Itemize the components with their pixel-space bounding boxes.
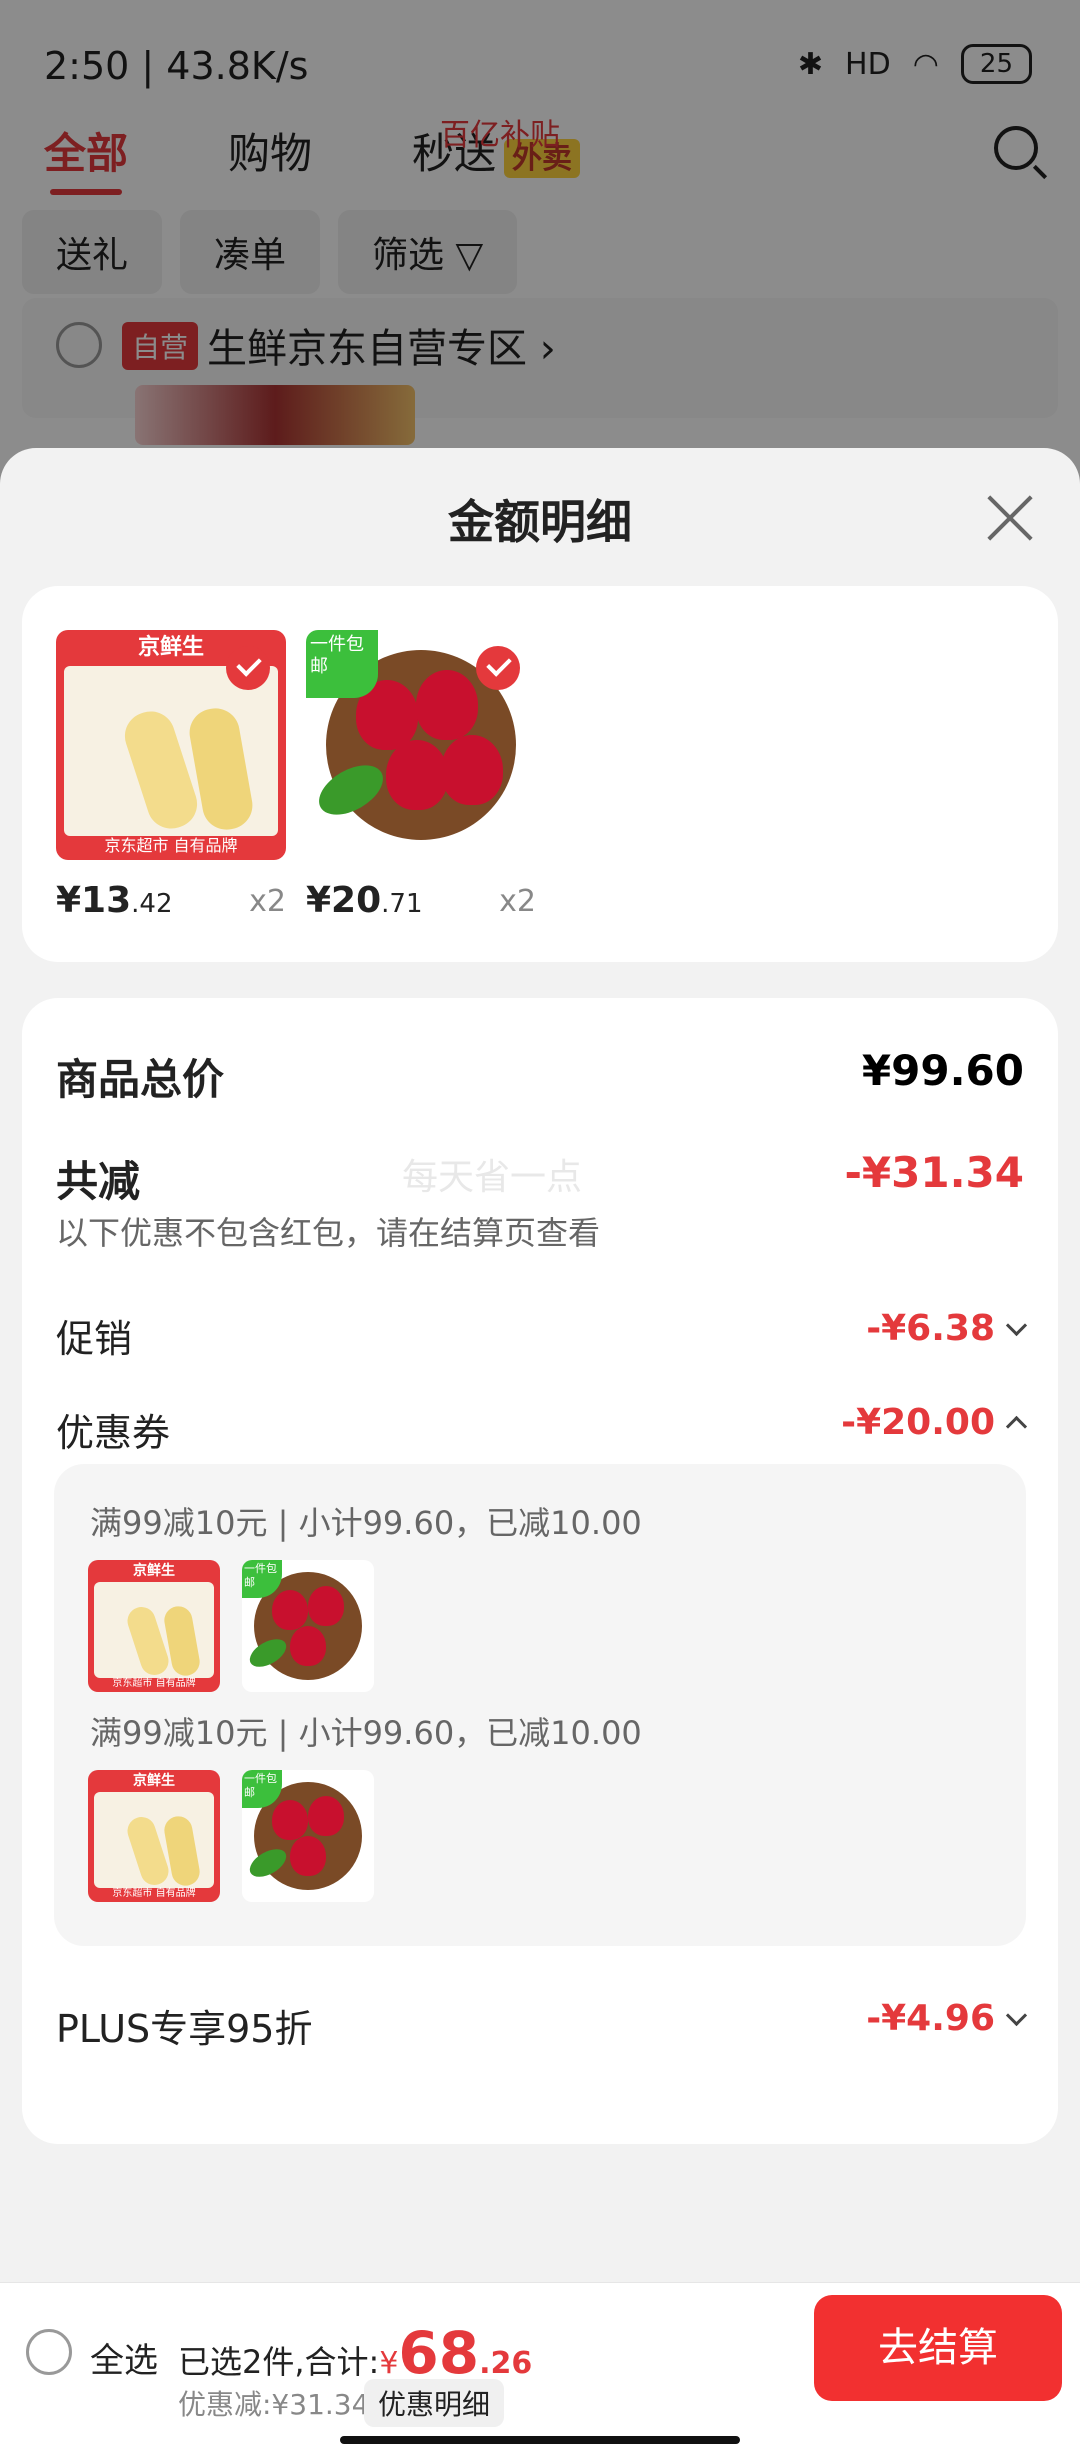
fruit-shape xyxy=(441,735,503,805)
promotion-label: 促销 xyxy=(56,1317,133,1361)
coupon-product-image-corn: 京鲜生 京东超市 自有品牌 xyxy=(88,1770,220,1902)
product-foot-text: 京东超市 自有品牌 xyxy=(112,1888,196,1899)
home-indicator xyxy=(340,2436,740,2444)
coupon-products: 京鲜生 京东超市 自有品牌 一件包邮 xyxy=(88,1770,374,1902)
fruit-shape xyxy=(290,1626,326,1666)
fruit-shape xyxy=(308,1796,344,1836)
selected-count-text: 已选2件,合计: xyxy=(178,2343,380,2381)
product-foot-text: 京东超市 自有品牌 xyxy=(104,836,238,855)
total-price-label: 商品总价 xyxy=(56,1055,225,1104)
total-reduce-label: 共减 xyxy=(56,1157,141,1206)
coupon-detail-box: 满99减10元 | 小计99.60，已减10.00 京鲜生 京东超市 自有品牌 … xyxy=(54,1464,1026,1946)
total-currency: ¥ xyxy=(379,2346,399,2381)
coupon-amount: -¥20.00 xyxy=(841,1402,995,1443)
price-dec: .42 xyxy=(131,889,173,919)
price-int: ¥13 xyxy=(56,880,132,921)
coupon-value: -¥20.00 xyxy=(841,1402,1028,1443)
select-all-label[interactable]: 全选 xyxy=(90,2333,158,2382)
coupon-product-image-corn: 京鲜生 京东超市 自有品牌 xyxy=(88,1560,220,1692)
product-foot-text: 京东超市 自有品牌 xyxy=(112,1678,196,1689)
order-total: 已选2件,合计:¥68.26 xyxy=(178,2319,532,2387)
coupon-products: 京鲜生 京东超市 自有品牌 一件包邮 xyxy=(88,1560,374,1692)
coupon-product-image-wax-apple: 一件包邮 xyxy=(242,1770,374,1902)
price-summary-card: 商品总价 ¥99.60 每天省一点 共减 -¥31.34 以下优惠不包含红包，请… xyxy=(22,998,1058,2144)
product-item[interactable]: 京鲜生 京东超市 自有品牌 ¥13.42 x2 xyxy=(56,630,286,921)
free-shipping-badge: 一件包邮 xyxy=(306,630,378,698)
amount-detail-sheet: 金额明细 京鲜生 京东超市 自有品牌 ¥13.42 x2 一件包邮 ¥20.71… xyxy=(0,448,1080,2460)
checkout-button[interactable]: 去结算 xyxy=(814,2295,1062,2401)
fruit-shape xyxy=(386,740,448,810)
product-brand-text: 京鲜生 xyxy=(133,1563,175,1579)
select-all-radio[interactable] xyxy=(26,2329,72,2375)
total-price-value: ¥99.60 xyxy=(861,1046,1024,1095)
coupon-line: 满99减10元 | 小计99.60，已减10.00 xyxy=(90,1714,642,1752)
coupon-line: 满99减10元 | 小计99.60，已减10.00 xyxy=(90,1504,642,1542)
discount-detail-button[interactable]: 优惠明细 xyxy=(364,2379,505,2427)
fruit-shape xyxy=(308,1586,344,1626)
product-image-corn: 京鲜生 京东超市 自有品牌 xyxy=(56,630,286,860)
product-qty: x2 xyxy=(249,884,286,919)
sheet-title: 金额明细 xyxy=(448,495,632,549)
selected-products-card: 京鲜生 京东超市 自有品牌 ¥13.42 x2 一件包邮 ¥20.71 x2 xyxy=(22,586,1058,962)
product-image-wax-apple: 一件包邮 xyxy=(306,630,536,860)
discount-note: 以下优惠不包含红包，请在结算页查看 xyxy=(56,1214,601,1252)
product-price: ¥13.42 xyxy=(56,880,173,921)
price-dec: .71 xyxy=(381,889,423,919)
checkout-bar: 全选 已选2件,合计:¥68.26 优惠减:¥31.34 优惠明细 去结算 xyxy=(0,2282,1080,2461)
product-item[interactable]: 一件包邮 ¥20.71 x2 xyxy=(306,630,536,921)
promotion-amount: -¥6.38 xyxy=(866,1308,995,1349)
fruit-shape xyxy=(290,1836,326,1876)
plus-discount-amount: -¥4.96 xyxy=(866,1998,995,2039)
watermark-text: 每天省一点 xyxy=(402,1157,583,1198)
chevron-down-icon xyxy=(1005,1314,1028,1336)
plus-discount-value: -¥4.96 xyxy=(866,1998,1028,2039)
close-icon[interactable] xyxy=(984,492,1036,544)
product-brand-text: 京鲜生 xyxy=(133,1773,175,1789)
plus-discount-label: PLUS专享95折 xyxy=(56,2007,313,2051)
fruit-shape xyxy=(416,670,478,740)
check-icon xyxy=(476,646,520,690)
discount-summary: 优惠减:¥31.34 xyxy=(178,2388,370,2421)
fruit-shape xyxy=(272,1590,308,1630)
chevron-down-icon xyxy=(1005,2004,1028,2026)
total-int: 68 xyxy=(398,2319,480,2387)
fruit-shape xyxy=(272,1800,308,1840)
total-reduce-value: -¥31.34 xyxy=(844,1148,1024,1197)
product-price: ¥20.71 xyxy=(306,880,423,921)
total-dec: .26 xyxy=(479,2346,533,2381)
check-icon xyxy=(226,646,270,690)
promotion-value: -¥6.38 xyxy=(866,1308,1028,1349)
coupon-product-image-wax-apple: 一件包邮 xyxy=(242,1560,374,1692)
coupon-label: 优惠券 xyxy=(56,1411,171,1455)
chevron-up-icon xyxy=(1005,1415,1028,1437)
product-qty: x2 xyxy=(499,884,536,919)
price-int: ¥20 xyxy=(306,880,382,921)
